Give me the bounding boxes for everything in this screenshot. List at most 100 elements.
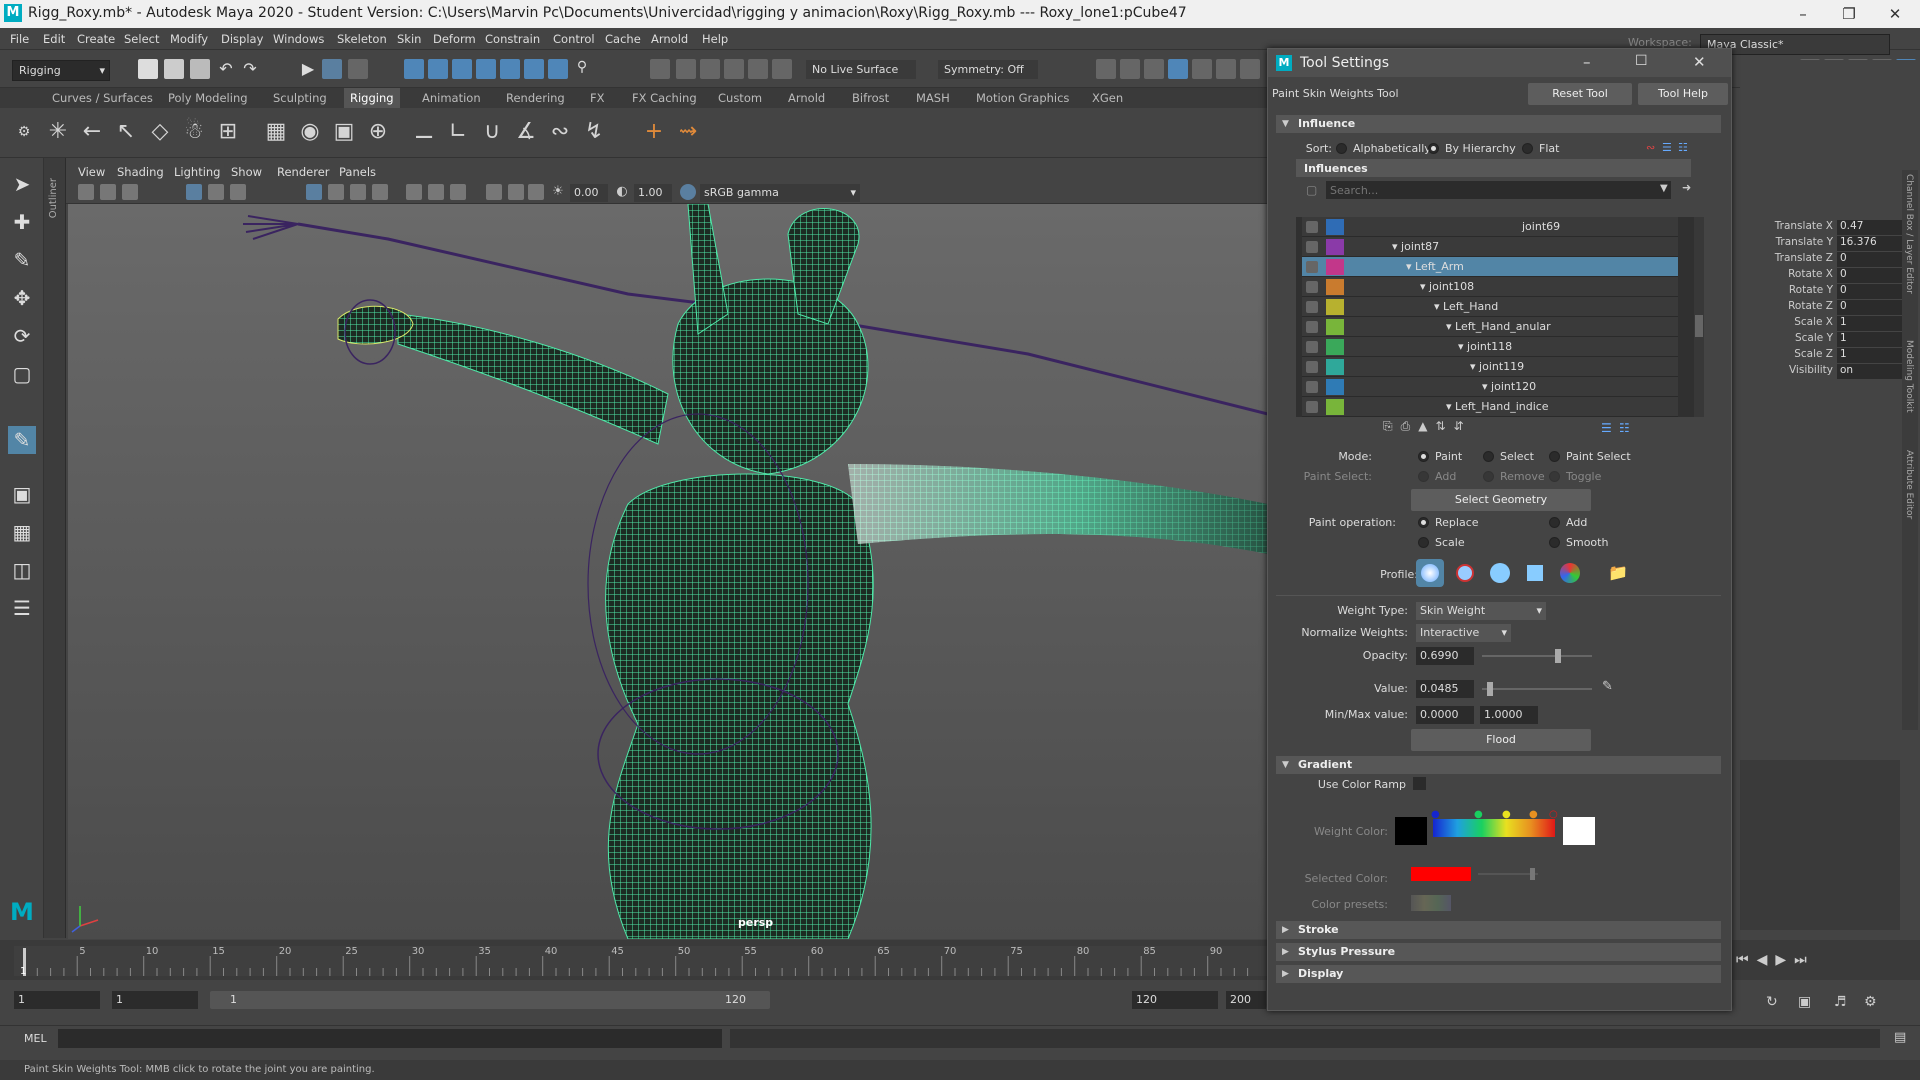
new-scene-icon[interactable] xyxy=(138,59,158,79)
shelf-tab-sculpting[interactable]: Sculpting xyxy=(273,91,327,105)
menu-cache[interactable]: Cache xyxy=(605,32,641,46)
channel-value[interactable]: 0.47 xyxy=(1837,220,1909,235)
gradient-section-header[interactable]: ▼ Gradient xyxy=(1276,756,1721,774)
profile-solid-icon[interactable] xyxy=(1486,559,1514,587)
shadows-icon[interactable] xyxy=(406,184,422,200)
command-input[interactable] xyxy=(58,1029,722,1048)
selected-color-slider[interactable] xyxy=(1478,868,1538,880)
profile-soft-icon[interactable] xyxy=(1451,559,1479,587)
ambient-occlusion-icon[interactable] xyxy=(428,184,444,200)
influence-color-swatch[interactable] xyxy=(1326,399,1344,415)
hypershade-window-icon[interactable] xyxy=(1168,59,1188,79)
film-gate-icon[interactable] xyxy=(208,184,224,200)
textured-icon[interactable] xyxy=(350,184,366,200)
channel-value[interactable]: 1 xyxy=(1837,332,1909,347)
lock-weights-icon[interactable] xyxy=(1306,361,1318,373)
shelf-tab-fx[interactable]: FX xyxy=(590,91,605,105)
snap-view-icon[interactable] xyxy=(476,59,496,79)
construction-history-icon[interactable] xyxy=(650,59,670,79)
shelf-tab-xgen[interactable]: XGen xyxy=(1092,91,1123,105)
reset-tool-button[interactable]: Reset Tool xyxy=(1528,83,1632,105)
panel-menu-panels[interactable]: Panels xyxy=(339,165,376,179)
humanik-icon[interactable]: ☃ xyxy=(180,118,208,146)
expand-triangle-icon[interactable]: ▾ xyxy=(1406,260,1415,273)
influence-row[interactable]: ▾ joint108 xyxy=(1302,277,1678,297)
list-view-icon[interactable]: ☰ xyxy=(1601,421,1612,435)
undo-icon[interactable]: ↶ xyxy=(216,59,236,79)
influence-row[interactable]: ▾ Left_Hand xyxy=(1302,297,1678,317)
list-view-alt-icon[interactable]: ☷ xyxy=(1619,421,1630,435)
scale-constraint-icon[interactable]: ∾ xyxy=(546,118,574,146)
channel-value[interactable]: 0 xyxy=(1837,300,1909,315)
save-scene-icon[interactable] xyxy=(190,59,210,79)
channel-row[interactable]: Scale Y 1 xyxy=(1745,332,1915,348)
channel-row[interactable]: Visibility on xyxy=(1745,364,1915,380)
use-color-ramp-checkbox[interactable] xyxy=(1413,777,1426,790)
render-settings-icon[interactable] xyxy=(724,59,744,79)
expand-hierarchy-icon[interactable]: ⇅ xyxy=(1435,419,1453,433)
point-constraint-icon[interactable]: ∪ xyxy=(478,118,506,146)
image-plane-icon[interactable] xyxy=(122,184,138,200)
close-icon[interactable]: ✕ xyxy=(1872,2,1918,26)
script-editor-icon[interactable]: ▤ xyxy=(1894,1030,1906,1045)
shelf-tab-curves-surfaces[interactable]: Curves / Surfaces xyxy=(52,91,153,105)
channel-value[interactable]: 1 xyxy=(1837,316,1909,331)
ipr-render-icon[interactable] xyxy=(700,59,720,79)
lattice-icon[interactable]: ▣ xyxy=(330,118,358,146)
ramp-stop-green-icon[interactable]: ● xyxy=(1474,809,1483,820)
expand-triangle-icon[interactable]: ▾ xyxy=(1446,400,1455,413)
weight-color-white-swatch[interactable] xyxy=(1563,817,1595,845)
sort-by-hierarchy-radio[interactable] xyxy=(1428,143,1439,154)
menu-constrain[interactable]: Constrain xyxy=(485,32,540,46)
shelf-tab-motion-graphics[interactable]: Motion Graphics xyxy=(976,91,1069,105)
value-slider-thumb[interactable] xyxy=(1487,682,1494,696)
scale-tool-icon[interactable]: ▢ xyxy=(8,360,36,388)
wrap-icon[interactable]: ⊕ xyxy=(364,118,392,146)
influence-row[interactable]: ▾ joint119 xyxy=(1302,357,1678,377)
menu-skin[interactable]: Skin xyxy=(397,32,421,46)
grid-icon[interactable] xyxy=(186,184,202,200)
influence-list-scrollbar[interactable] xyxy=(1694,217,1704,417)
display-section-header[interactable]: ▶ Display xyxy=(1276,965,1721,983)
influence-color-swatch[interactable] xyxy=(1326,239,1344,255)
colorspace-dropdown[interactable]: sRGB gamma ▾ xyxy=(700,184,860,202)
ramp-stop-orange-icon[interactable]: ● xyxy=(1529,809,1538,820)
snap-point-icon[interactable] xyxy=(452,59,472,79)
hypershade-icon[interactable] xyxy=(748,59,768,79)
render-setup-icon[interactable] xyxy=(772,59,792,79)
outliner-strip[interactable]: Outliner xyxy=(44,158,66,938)
paint-select-icon[interactable]: ✎ xyxy=(8,246,36,274)
motion-blur-icon[interactable] xyxy=(450,184,466,200)
expand-triangle-icon[interactable]: ▾ xyxy=(1482,380,1491,393)
profile-custom-icon[interactable] xyxy=(1556,559,1584,587)
expand-triangle-icon[interactable]: ▾ xyxy=(1434,300,1443,313)
start-time-field[interactable]: 1 xyxy=(14,991,100,1009)
channel-value[interactable]: on xyxy=(1837,364,1909,379)
expand-triangle-icon[interactable]: ▾ xyxy=(1470,360,1479,373)
shelf-tab-fx-caching[interactable]: FX Caching xyxy=(632,91,697,105)
channel-row[interactable]: Scale X 1 xyxy=(1745,316,1915,332)
menu-create[interactable]: Create xyxy=(77,32,115,46)
mode-paint-select-radio[interactable] xyxy=(1549,451,1560,462)
influence-row[interactable]: ▾ Left_Hand_indice xyxy=(1302,397,1678,417)
end-time-field[interactable]: 200 xyxy=(1226,991,1266,1009)
hold-weights-icon[interactable]: ▲ xyxy=(1418,419,1435,433)
playback-start-field[interactable]: 1 xyxy=(112,991,198,1009)
locator-icon[interactable]: + xyxy=(640,118,668,146)
render-view-icon[interactable] xyxy=(1096,59,1116,79)
flood-button[interactable]: Flood xyxy=(1411,729,1591,751)
symmetry-dropdown[interactable]: Symmetry: Off xyxy=(938,60,1038,79)
lock-icon[interactable]: ⚲ xyxy=(572,59,592,79)
close-icon[interactable]: ✕ xyxy=(1693,53,1706,71)
lock-weights-icon[interactable] xyxy=(1306,281,1318,293)
ik-handle-icon[interactable]: ← xyxy=(78,118,106,146)
four-pane-layout-icon[interactable]: ▦ xyxy=(8,518,36,546)
influence-color-swatch[interactable] xyxy=(1326,299,1344,315)
snap-curve-icon[interactable] xyxy=(428,59,448,79)
tool-help-button[interactable]: Tool Help xyxy=(1638,83,1728,105)
auto-key-icon[interactable]: ▣ xyxy=(1798,994,1811,1010)
paste-weights-icon[interactable]: ⎙ xyxy=(1401,419,1419,433)
smooth-shade-icon[interactable] xyxy=(328,184,344,200)
outliner-layout-icon[interactable]: ☰ xyxy=(8,594,36,622)
operation-add-radio[interactable] xyxy=(1549,517,1560,528)
